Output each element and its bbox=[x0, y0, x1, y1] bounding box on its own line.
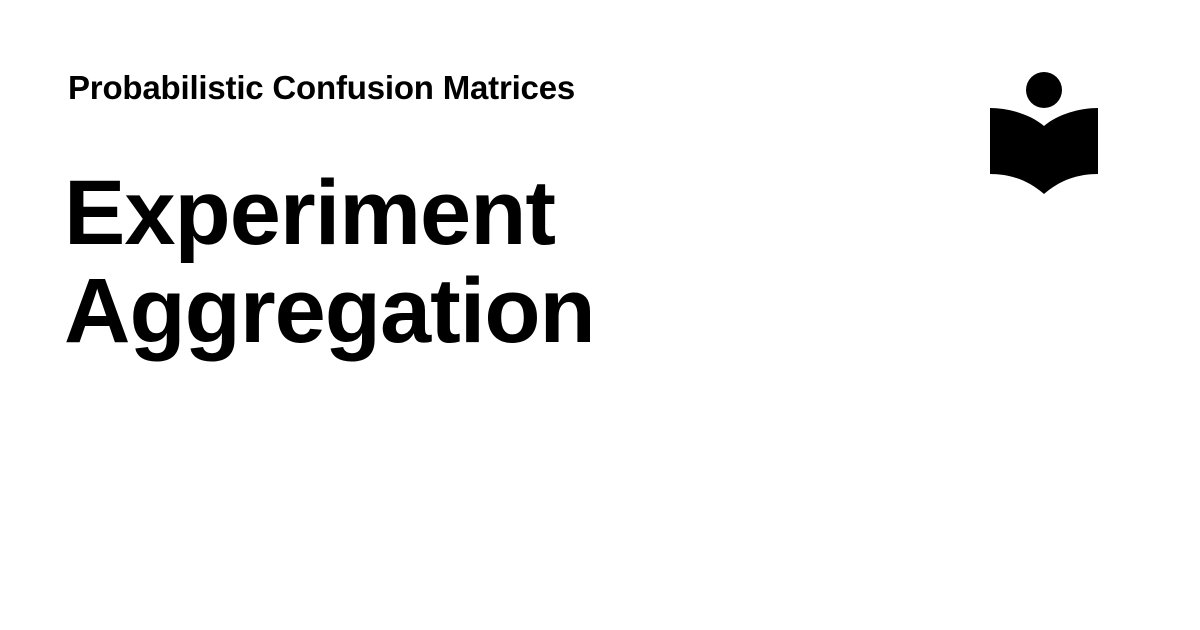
publication-name: Probabilistic Confusion Matrices bbox=[68, 69, 576, 106]
article-title: Experiment Aggregation bbox=[64, 164, 884, 360]
social-preview-card: Probabilistic Confusion Matrices Experim… bbox=[0, 0, 1200, 630]
logo-head-shape bbox=[1026, 72, 1062, 108]
article-title-line-1: Experiment bbox=[64, 162, 556, 264]
article-title-line-2: Aggregation bbox=[64, 260, 596, 362]
logo-book-shape bbox=[990, 108, 1098, 194]
reading-person-book-icon bbox=[990, 72, 1098, 194]
